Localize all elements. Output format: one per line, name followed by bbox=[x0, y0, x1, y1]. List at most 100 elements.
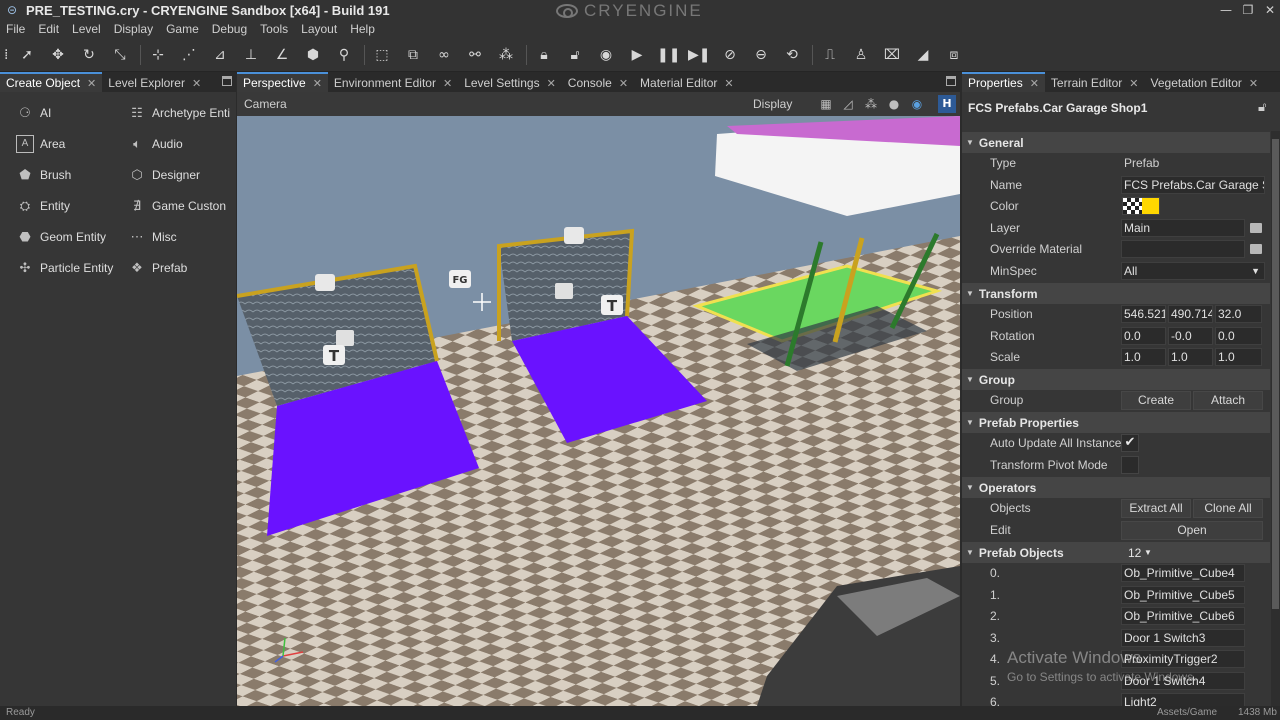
group-create-button[interactable]: Create bbox=[1121, 391, 1191, 410]
prefab-object-count[interactable]: 12 bbox=[1128, 546, 1141, 560]
zoom-icon[interactable]: ⚲ bbox=[333, 44, 355, 66]
create-particle-entity-button[interactable]: ✣ Particle Entity bbox=[16, 256, 120, 280]
scene-render[interactable]: T FG T bbox=[236, 116, 960, 706]
select-arrow-icon[interactable]: ➚ bbox=[16, 44, 38, 66]
create-misc-button[interactable]: ⋯ Misc bbox=[128, 225, 232, 249]
create-archetype-button[interactable]: ☷ Archetype Enti bbox=[128, 101, 232, 125]
ai-physics-icon[interactable]: ⊖ bbox=[750, 44, 772, 66]
snap-grid-icon[interactable]: ⊹ bbox=[147, 44, 169, 66]
lock-icon[interactable]: 🔒︎ bbox=[533, 44, 555, 66]
pause-icon[interactable]: ❚❚ bbox=[657, 44, 680, 66]
entity-helper-icon[interactable] bbox=[315, 274, 335, 291]
menu-level[interactable]: Level bbox=[72, 22, 101, 36]
panel-menu-icon[interactable] bbox=[222, 76, 232, 86]
camera-menu[interactable]: Camera bbox=[244, 97, 287, 111]
close-icon[interactable]: ✕ bbox=[1249, 77, 1258, 90]
prefab-object-field[interactable]: Door 1 Switch4 bbox=[1121, 672, 1245, 690]
chevron-down-icon[interactable]: ▼ bbox=[1144, 548, 1152, 557]
section-general[interactable]: ▼ General bbox=[962, 132, 1270, 153]
rotate-icon[interactable]: ↻ bbox=[78, 44, 100, 66]
prefab-icon[interactable]: ⌧ bbox=[881, 44, 903, 66]
menu-tools[interactable]: Tools bbox=[260, 22, 288, 36]
color-swatch[interactable] bbox=[1122, 197, 1160, 215]
create-brush-button[interactable]: ⬟ Brush bbox=[16, 163, 120, 187]
close-icon[interactable]: ✕ bbox=[1258, 1, 1280, 19]
tab-environment-editor[interactable]: Environment Editor ✕ bbox=[328, 72, 458, 92]
scale-y-field[interactable]: 1.0 bbox=[1168, 348, 1213, 366]
menu-debug[interactable]: Debug bbox=[212, 22, 247, 36]
restore-icon[interactable]: ❐ bbox=[1236, 1, 1260, 19]
close-icon[interactable]: ✕ bbox=[1030, 77, 1039, 90]
unlink-icon[interactable]: ⚯ bbox=[464, 44, 486, 66]
close-icon[interactable]: ✕ bbox=[547, 77, 556, 90]
create-ai-button[interactable]: ⚆ AI bbox=[16, 101, 120, 125]
menu-edit[interactable]: Edit bbox=[38, 22, 59, 36]
section-transform[interactable]: ▼ Transform bbox=[962, 283, 1270, 304]
unlock-icon[interactable]: 🔓︎ bbox=[564, 44, 586, 66]
close-icon[interactable]: ✕ bbox=[87, 77, 96, 90]
select-box-icon[interactable]: ⬚ bbox=[371, 44, 393, 66]
snap-object-icon[interactable]: ⊿ bbox=[209, 44, 231, 66]
lock-icon[interactable]: 🔓︎ bbox=[1258, 100, 1272, 116]
entity-helper-icon[interactable] bbox=[555, 283, 573, 299]
scale-snap-icon[interactable]: ● bbox=[886, 96, 902, 112]
clone-all-button[interactable]: Clone All bbox=[1193, 499, 1263, 518]
minspec-select[interactable]: All ▼ bbox=[1121, 262, 1265, 280]
rotation-y-field[interactable]: -0.0 bbox=[1168, 327, 1213, 345]
section-group[interactable]: ▼ Group bbox=[962, 369, 1270, 390]
section-prefab-objects[interactable]: ▼ Prefab Objects 12 ▼ bbox=[962, 542, 1270, 563]
close-icon[interactable]: ✕ bbox=[313, 77, 322, 90]
tab-vegetation-editor[interactable]: Vegetation Editor ✕ bbox=[1145, 72, 1265, 92]
layer-field[interactable]: Main bbox=[1121, 219, 1245, 237]
tab-create-object[interactable]: Create Object ✕ bbox=[0, 72, 103, 92]
helpers-icon[interactable]: ◉ bbox=[909, 96, 925, 112]
scale-icon[interactable]: ⤡ bbox=[109, 44, 131, 66]
prefab-object-field[interactable]: ProximityTrigger2 bbox=[1121, 650, 1245, 668]
tab-level-settings[interactable]: Level Settings ✕ bbox=[458, 72, 562, 92]
terrain-icon[interactable]: ⎍ bbox=[819, 44, 841, 66]
scrollbar-thumb[interactable] bbox=[1272, 139, 1279, 609]
prefab-object-field[interactable]: Ob_Primitive_Cube6 bbox=[1121, 607, 1245, 625]
move-icon[interactable]: ✥ bbox=[47, 44, 69, 66]
step-icon[interactable]: ▶❚ bbox=[688, 44, 711, 66]
align-icon[interactable]: ⊥ bbox=[240, 44, 262, 66]
snap-terrain-icon[interactable]: ⋰ bbox=[178, 44, 200, 66]
close-icon[interactable]: ✕ bbox=[1129, 77, 1138, 90]
section-prefab-properties[interactable]: ▼ Prefab Properties bbox=[962, 412, 1270, 433]
character-icon[interactable]: ♙ bbox=[850, 44, 872, 66]
name-field[interactable]: FCS Prefabs.Car Garage S bbox=[1121, 176, 1265, 194]
folder-icon[interactable] bbox=[1250, 244, 1262, 254]
display-menu[interactable]: Display bbox=[753, 97, 792, 111]
tab-console[interactable]: Console ✕ bbox=[562, 72, 634, 92]
goto-icon[interactable]: ⬢ bbox=[302, 44, 324, 66]
menu-file[interactable]: File bbox=[6, 22, 25, 36]
scale-z-field[interactable]: 1.0 bbox=[1215, 348, 1262, 366]
3d-scene[interactable]: T FG T bbox=[236, 116, 960, 706]
ai-point-icon[interactable]: ⁂ bbox=[495, 44, 517, 66]
menu-display[interactable]: Display bbox=[114, 22, 153, 36]
play-icon[interactable]: ▶ bbox=[626, 44, 648, 66]
entity-helper-icon[interactable] bbox=[336, 330, 354, 346]
rotation-z-field[interactable]: 0.0 bbox=[1215, 327, 1262, 345]
position-y-field[interactable]: 490.714 bbox=[1168, 305, 1213, 323]
gizmo-icon[interactable]: ⁂ bbox=[863, 96, 879, 112]
folder-icon[interactable] bbox=[1250, 223, 1262, 233]
tab-material-editor[interactable]: Material Editor ✕ bbox=[634, 72, 740, 92]
menu-help[interactable]: Help bbox=[350, 22, 375, 36]
close-icon[interactable]: ✕ bbox=[192, 77, 201, 90]
section-operators[interactable]: ▼ Operators bbox=[962, 477, 1270, 498]
tool-icon[interactable]: ⧈ bbox=[943, 44, 965, 66]
entity-helper-icon[interactable] bbox=[564, 227, 584, 244]
tab-terrain-editor[interactable]: Terrain Editor ✕ bbox=[1045, 72, 1145, 92]
create-entity-button[interactable]: ⛭ Entity bbox=[16, 194, 120, 218]
create-game-custom-button[interactable]: ∄ Game Custon bbox=[128, 194, 232, 218]
open-button[interactable]: Open bbox=[1121, 521, 1263, 540]
tab-perspective[interactable]: Perspective ✕ bbox=[237, 72, 328, 92]
sync-icon[interactable]: ⟲ bbox=[781, 44, 803, 66]
create-prefab-button[interactable]: ❖ Prefab bbox=[128, 256, 232, 280]
create-area-button[interactable]: A Area bbox=[16, 132, 120, 156]
angle-snap-icon[interactable]: ◿ bbox=[840, 96, 856, 112]
override-material-field[interactable] bbox=[1121, 240, 1245, 258]
close-icon[interactable]: ✕ bbox=[724, 77, 733, 90]
physics-icon[interactable]: ⊘ bbox=[719, 44, 741, 66]
